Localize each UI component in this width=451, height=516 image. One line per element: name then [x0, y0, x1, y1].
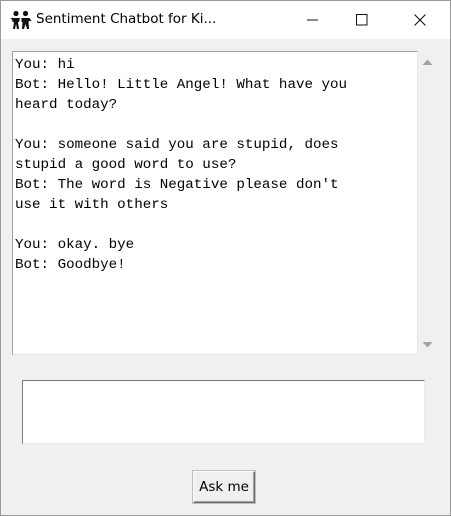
- chat-scrollbar[interactable]: [418, 51, 438, 355]
- title-bar[interactable]: Sentiment Chatbot for Ki...: [1, 1, 450, 39]
- chatbot-window: Sentiment Chatbot for Ki... You: hi Bot:…: [0, 0, 451, 516]
- minimize-icon: [307, 19, 318, 21]
- scroll-up-arrow-icon[interactable]: [422, 58, 433, 66]
- window-title: Sentiment Chatbot for Ki...: [36, 11, 217, 27]
- scroll-down-arrow-icon[interactable]: [422, 341, 433, 349]
- close-button[interactable]: [397, 1, 443, 39]
- close-icon: [414, 14, 426, 26]
- chat-log-text: You: hi Bot: Hello! Little Angel! What h…: [15, 57, 348, 273]
- people-icon: [10, 10, 32, 30]
- minimize-button[interactable]: [290, 1, 336, 39]
- maximize-icon: [356, 14, 368, 26]
- message-input[interactable]: [22, 380, 425, 444]
- ask-me-button[interactable]: Ask me: [193, 471, 255, 503]
- maximize-button[interactable]: [339, 1, 385, 39]
- chat-log[interactable]: You: hi Bot: Hello! Little Angel! What h…: [12, 51, 418, 355]
